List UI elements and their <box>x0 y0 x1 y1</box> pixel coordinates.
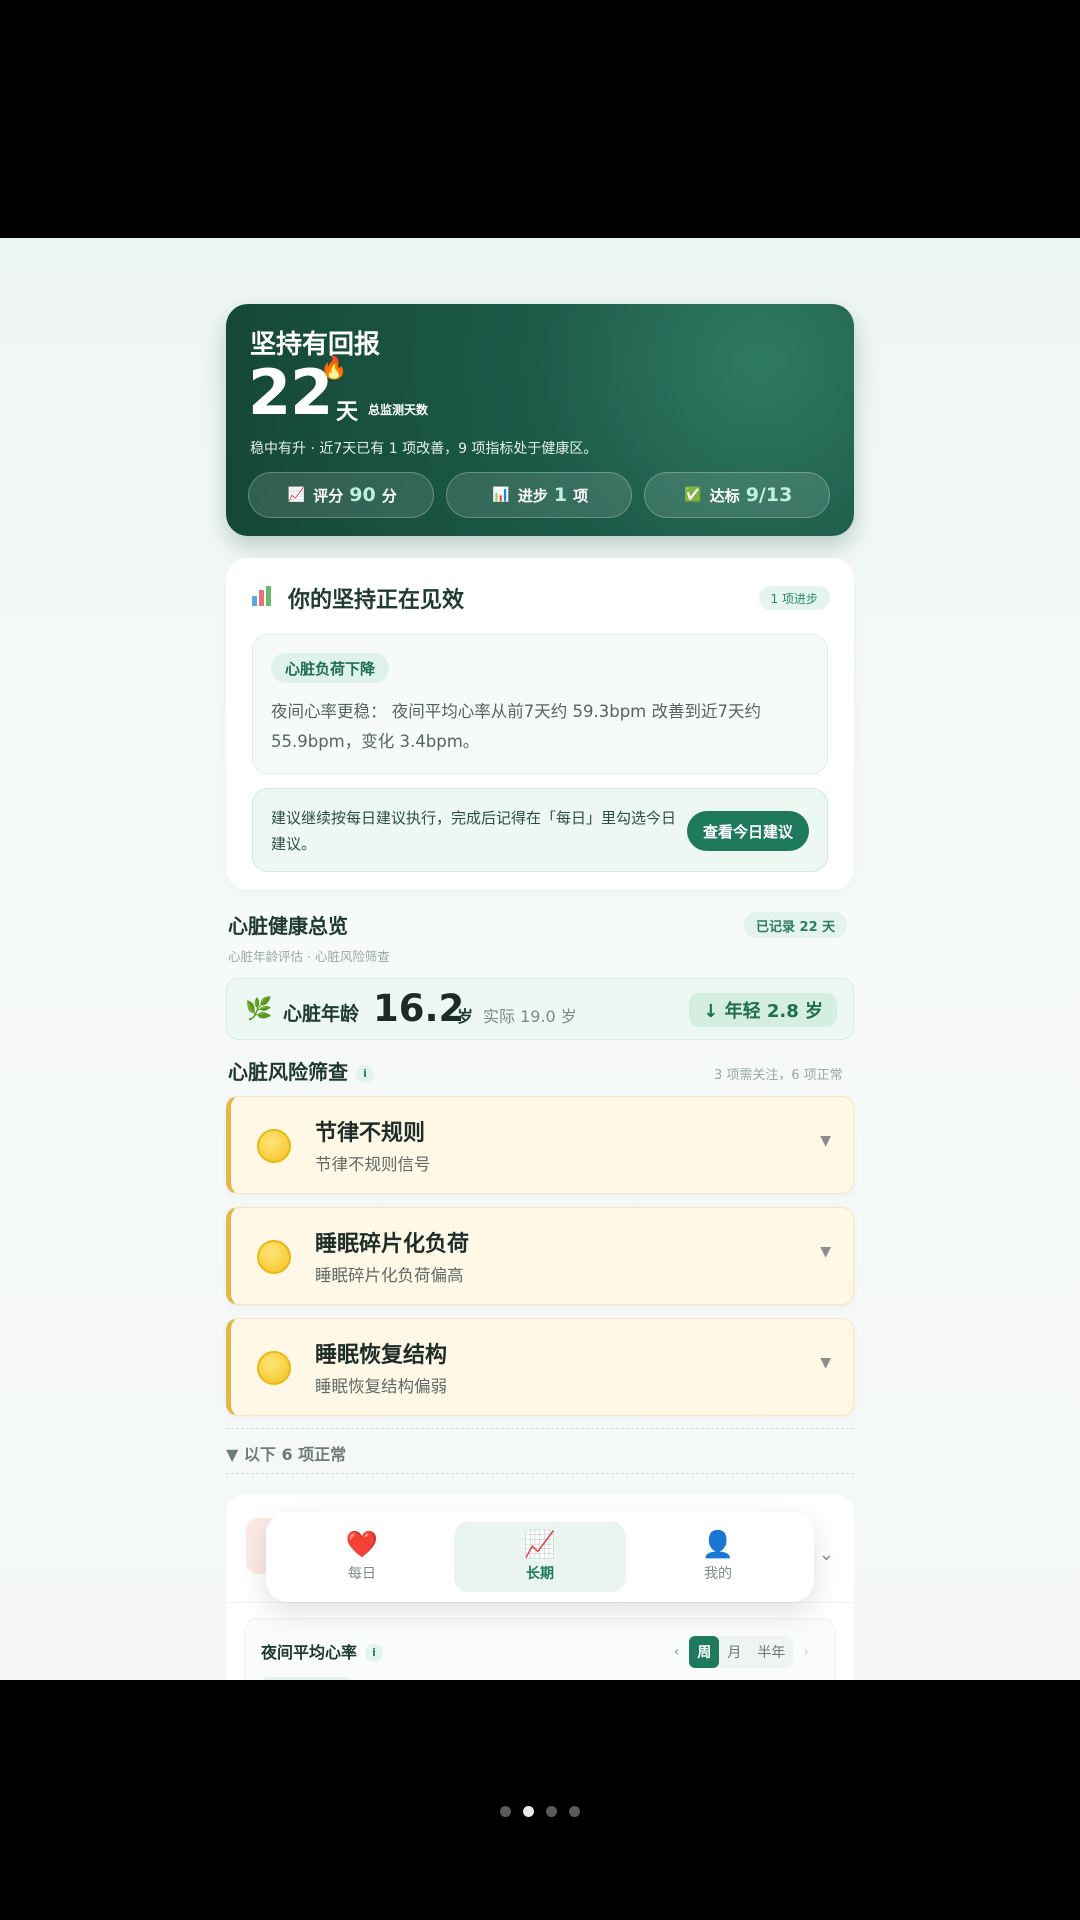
chevron-down-icon[interactable]: ▼ <box>820 1133 831 1149</box>
pill-unit: 项 <box>573 486 589 505</box>
bottom-tab-bar: ❤️ 每日 📈 长期 👤 我的 <box>266 1512 814 1602</box>
tab-mine[interactable]: 👤 我的 <box>632 1522 804 1592</box>
period-week[interactable]: 周 <box>689 1636 720 1668</box>
risk-item-name: 睡眠恢复结构 <box>315 1343 448 1368</box>
tab-long-term[interactable]: 📈 长期 <box>454 1522 626 1592</box>
insight-tag: 心脏负荷下降 <box>271 653 390 683</box>
chart-up-icon: 📈 <box>287 487 305 503</box>
risk-item-name: 节律不规则 <box>315 1121 426 1146</box>
days-unit: 天 <box>336 400 359 425</box>
pill-unit: 分 <box>381 486 397 505</box>
warning-dot-icon <box>257 1240 291 1274</box>
insight-box: 心脏负荷下降 夜间心率更稳： 夜间平均心率从前7天约 59.3bpm 改善到近7… <box>252 634 828 774</box>
younger-badge: ↓ 年轻 2.8 岁 <box>689 993 837 1027</box>
pill-label: 评分 <box>313 486 344 505</box>
target-pill[interactable]: ✅ 达标 9/13 <box>644 472 830 518</box>
page-dot-active[interactable] <box>523 1806 534 1817</box>
leaf-icon: 🌿 <box>245 997 273 1022</box>
days-label: 总监测天数 <box>368 403 429 417</box>
progress-card-title: 你的坚持正在见效 <box>288 588 465 613</box>
page-indicator <box>0 1806 1080 1817</box>
tab-daily[interactable]: ❤️ 每日 <box>276 1522 448 1592</box>
pill-value: 90 <box>349 484 376 506</box>
score-pill[interactable]: 📈 评分 90 分 <box>248 472 434 518</box>
user-icon: 👤 <box>701 1530 735 1560</box>
page-dot[interactable] <box>569 1806 580 1817</box>
night-heart-rate-label: 夜间平均心率 <box>261 1643 358 1662</box>
period-options: 周 月 半年 <box>689 1636 794 1668</box>
view-today-suggestion-button[interactable]: 查看今日建议 <box>686 811 809 851</box>
progress-pill[interactable]: 📊 进步 1 项 <box>446 472 632 518</box>
tab-label: 每日 <box>348 1566 376 1582</box>
night-heart-rate-title: 夜间平均心率 i <box>261 1639 384 1663</box>
divider <box>226 1602 854 1603</box>
risk-screening-label: 心脏风险筛查 <box>228 1060 348 1084</box>
info-icon[interactable]: i <box>356 1064 374 1083</box>
warning-dot-icon <box>257 1351 291 1385</box>
page-dot[interactable] <box>546 1806 557 1817</box>
risk-item-name: 睡眠碎片化负荷 <box>315 1232 470 1257</box>
progress-badge: 1 项进步 <box>758 586 830 610</box>
chevron-down-icon[interactable]: ▼ <box>820 1244 831 1260</box>
heart-age-bar[interactable]: 🌿 心脏年龄 16.2 岁 实际 19.0 岁 ↓ 年轻 2.8 岁 <box>226 978 854 1040</box>
risk-item-desc: 睡眠碎片化负荷偏高 <box>315 1266 464 1285</box>
bar-chart-icon <box>252 586 271 606</box>
heart-age-value: 16.2 <box>373 987 465 1030</box>
info-icon[interactable]: i <box>365 1643 384 1662</box>
period-half-year[interactable]: 半年 <box>749 1636 793 1668</box>
app-screen: 坚持有回报 22 🔥 天 总监测天数 稳中有升 · 近7天已有 1 项改善，9 … <box>0 238 1080 1680</box>
pill-value: 1 <box>553 484 568 506</box>
heart-overview-subtitle: 心脏年龄评估 · 心脏风险筛查 <box>228 949 390 964</box>
chevron-down-icon[interactable]: ▼ <box>820 1355 831 1371</box>
check-icon: ✅ <box>683 487 702 503</box>
risk-summary: 3 项需关注，6 项正常 <box>714 1068 843 1083</box>
risk-item[interactable]: 睡眠碎片化负荷 睡眠碎片化负荷偏高 ▼ <box>226 1207 854 1305</box>
night-heart-rate-card: 夜间平均心率 i ‹ 周 月 半年 › <box>244 1618 836 1680</box>
insight-text: 夜间心率更稳： 夜间平均心率从前7天约 59.3bpm 改善到近7天约 55.9… <box>271 702 761 751</box>
recorded-days-badge: 已记录 22 天 <box>744 912 848 938</box>
hero-description: 稳中有升 · 近7天已有 1 项改善，9 项指标处于健康区。 <box>250 441 598 457</box>
progress-card: 你的坚持正在见效 1 项进步 心脏负荷下降 夜间心率更稳： 夜间平均心率从前7天… <box>226 558 854 890</box>
pill-value: 9/13 <box>745 484 793 506</box>
heart-age-label: 心脏年龄 <box>283 1003 360 1025</box>
subtitle-placeholder <box>261 1677 351 1680</box>
fire-icon: 🔥 <box>320 356 348 381</box>
suggestion-box: 建议继续按每日建议执行，完成后记得在「每日」里勾选今日建议。 查看今日建议 <box>252 788 828 872</box>
streak-hero-card: 坚持有回报 22 🔥 天 总监测天数 稳中有升 · 近7天已有 1 项改善，9 … <box>226 304 854 536</box>
pill-label: 达标 <box>709 486 740 505</box>
heart-age-unit: 岁 <box>457 1007 474 1026</box>
risk-item-desc: 睡眠恢复结构偏弱 <box>315 1377 447 1396</box>
normal-items-label: ▼ 以下 6 项正常 <box>226 1445 347 1464</box>
tab-label: 我的 <box>704 1566 732 1582</box>
risk-item[interactable]: 节律不规则 节律不规则信号 ▼ <box>226 1096 854 1194</box>
chart-up-icon: 📈 <box>523 1530 557 1560</box>
suggestion-text: 建议继续按每日建议执行，完成后记得在「每日」里勾选今日建议。 <box>271 809 677 853</box>
bar-chart-icon: 📊 <box>492 487 510 503</box>
page-dot[interactable] <box>500 1806 511 1817</box>
chevron-down-icon[interactable]: ⌄ <box>819 1544 834 1565</box>
heart-icon: ❤️ <box>345 1530 379 1560</box>
risk-item[interactable]: 睡眠恢复结构 睡眠恢复结构偏弱 ▼ <box>226 1318 854 1416</box>
heart-overview-title: 心脏健康总览 <box>228 914 348 938</box>
warning-dot-icon <box>257 1129 291 1163</box>
actual-age: 实际 19.0 岁 <box>483 1007 577 1026</box>
tab-label: 长期 <box>526 1566 554 1582</box>
risk-item-desc: 节律不规则信号 <box>315 1155 431 1174</box>
chevron-left-icon[interactable]: ‹ <box>668 1644 686 1660</box>
chevron-right-icon[interactable]: › <box>797 1644 815 1660</box>
period-selector: ‹ 周 月 半年 › <box>668 1635 815 1669</box>
risk-screening-title: 心脏风险筛查 i <box>228 1056 374 1085</box>
normal-items-toggle[interactable]: ▼ 以下 6 项正常 <box>226 1428 854 1474</box>
period-month[interactable]: 月 <box>719 1636 749 1668</box>
pill-label: 进步 <box>517 486 548 505</box>
